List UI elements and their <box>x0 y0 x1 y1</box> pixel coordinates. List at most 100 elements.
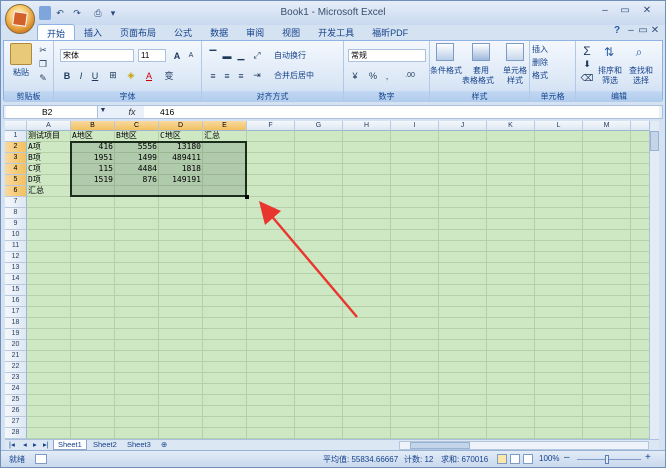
column-header-E[interactable]: E <box>203 121 247 131</box>
row-header-11[interactable]: 11 <box>5 241 27 252</box>
zoom-slider-thumb[interactable] <box>605 455 609 464</box>
column-header-L[interactable]: L <box>535 121 583 131</box>
sort-filter-label-2[interactable]: 筛选 <box>596 75 624 85</box>
sheet-tab-2[interactable]: Sheet2 <box>89 440 121 450</box>
cut-icon[interactable]: ✂ <box>36 44 50 57</box>
row-header-17[interactable]: 17 <box>5 307 27 318</box>
column-header-M[interactable]: M <box>583 121 631 131</box>
font-name-select[interactable]: 宋体 <box>60 49 134 62</box>
row-header-28[interactable]: 28 <box>5 428 27 439</box>
align-right-icon[interactable]: ≡ <box>234 69 248 82</box>
indent-icon[interactable]: ⇥ <box>250 69 264 82</box>
fill-color-icon[interactable]: ◈ <box>124 69 138 82</box>
select-all-corner[interactable] <box>5 121 27 131</box>
column-header-B[interactable]: B <box>71 121 115 131</box>
cell-styles-label[interactable]: 单元格 <box>502 65 528 75</box>
tab-review[interactable]: 审阅 <box>237 24 273 40</box>
tab-view[interactable]: 视图 <box>273 24 309 40</box>
merge-center-button[interactable]: 合并后居中 <box>274 69 340 82</box>
row-header-23[interactable]: 23 <box>5 373 27 384</box>
underline-button[interactable]: U <box>88 69 102 82</box>
cell-C4[interactable]: 4484 <box>115 164 159 175</box>
font-size-select[interactable]: 11 <box>138 49 166 62</box>
align-bottom-icon[interactable]: ▁ <box>234 49 248 62</box>
comma-button[interactable]: , <box>380 69 394 82</box>
row-header-25[interactable]: 25 <box>5 395 27 406</box>
cell-B5[interactable]: 1519 <box>71 175 115 186</box>
minimize-button[interactable]: – <box>597 5 613 19</box>
align-left-icon[interactable]: ≡ <box>206 69 220 82</box>
column-header-J[interactable]: J <box>439 121 487 131</box>
grow-font-button[interactable]: A <box>170 49 184 62</box>
quick-access-more-icon[interactable]: ▾ <box>109 6 117 20</box>
vertical-scrollbar[interactable] <box>649 121 659 439</box>
tab-foxit-pdf[interactable]: 福昕PDF <box>363 24 417 40</box>
shrink-font-button[interactable]: A <box>184 49 198 62</box>
find-select-label[interactable]: 查找和 <box>626 65 656 75</box>
format-as-table-label-2[interactable]: 表格格式 <box>460 75 496 85</box>
conditional-format-label[interactable]: 条件格式 <box>430 65 462 75</box>
find-select-label-2[interactable]: 选择 <box>626 75 656 85</box>
column-header-K[interactable]: K <box>487 121 535 131</box>
macro-record-icon[interactable] <box>35 454 47 464</box>
row-header-4[interactable]: 4 <box>5 164 27 175</box>
tab-data[interactable]: 数据 <box>201 24 237 40</box>
number-format-select[interactable]: 常规 <box>348 49 426 62</box>
format-cells-button[interactable]: 格式 <box>532 70 574 81</box>
column-header-C[interactable]: C <box>115 121 159 131</box>
formula-input[interactable]: 416 <box>144 106 659 118</box>
cell-C5[interactable]: 876 <box>115 175 159 186</box>
zoom-out-button[interactable]: – <box>564 452 570 463</box>
vertical-scroll-thumb[interactable] <box>650 131 659 151</box>
format-as-table-label[interactable]: 套用 <box>470 65 492 75</box>
column-header-A[interactable]: A <box>27 121 71 131</box>
page-break-view-icon[interactable] <box>523 454 533 464</box>
paste-icon[interactable] <box>10 43 32 65</box>
conditional-format-icon[interactable] <box>436 43 454 61</box>
row-header-22[interactable]: 22 <box>5 362 27 373</box>
phonetic-button[interactable]: 变 <box>162 69 176 82</box>
normal-view-icon[interactable] <box>497 454 507 464</box>
sheet-nav-first[interactable]: |◂ <box>5 440 19 450</box>
paste-label[interactable]: 粘贴 <box>8 67 34 77</box>
fill-handle[interactable] <box>245 195 249 199</box>
tab-developer[interactable]: 开发工具 <box>309 24 363 40</box>
row-header-12[interactable]: 12 <box>5 252 27 263</box>
delete-cells-button[interactable]: 删除 <box>532 57 574 68</box>
row-header-24[interactable]: 24 <box>5 384 27 395</box>
page-layout-view-icon[interactable] <box>510 454 520 464</box>
row-header-21[interactable]: 21 <box>5 351 27 362</box>
tab-home[interactable]: 开始 <box>37 24 76 40</box>
fill-icon[interactable]: ⬇ <box>580 58 594 71</box>
insert-cells-button[interactable]: 插入 <box>532 44 574 55</box>
font-color-button[interactable]: A <box>142 69 156 82</box>
row-header-13[interactable]: 13 <box>5 263 27 274</box>
row-header-1[interactable]: 1 <box>5 131 27 142</box>
align-top-icon[interactable]: ▔ <box>206 49 220 62</box>
cell-E1[interactable]: 汇总 <box>203 131 267 142</box>
column-header-I[interactable]: I <box>391 121 439 131</box>
row-header-8[interactable]: 8 <box>5 208 27 219</box>
name-box-dropdown-icon[interactable]: ▼ <box>98 107 108 117</box>
align-center-icon[interactable]: ≡ <box>220 69 234 82</box>
cell-D3[interactable]: 489411 <box>159 153 203 164</box>
print-preview-icon[interactable]: ⎙ <box>91 6 105 20</box>
row-header-5[interactable]: 5 <box>5 175 27 186</box>
close-button[interactable]: ✕ <box>639 5 655 19</box>
column-header-G[interactable]: G <box>295 121 343 131</box>
horizontal-scrollbar[interactable] <box>399 441 649 450</box>
cell-B2[interactable]: 416 <box>71 142 115 153</box>
row-header-26[interactable]: 26 <box>5 406 27 417</box>
percent-button[interactable]: % <box>366 69 380 82</box>
orientation-icon[interactable]: ⤢ <box>250 49 264 62</box>
cell-D5[interactable]: 149191 <box>159 175 203 186</box>
row-header-27[interactable]: 27 <box>5 417 27 428</box>
autosum-button[interactable]: Σ <box>580 44 594 58</box>
row-header-14[interactable]: 14 <box>5 274 27 285</box>
row-header-6[interactable]: 6 <box>5 186 27 197</box>
row-header-19[interactable]: 19 <box>5 329 27 340</box>
column-header-N[interactable]: N <box>631 121 649 131</box>
row-header-7[interactable]: 7 <box>5 197 27 208</box>
undo-icon[interactable]: ↶ <box>54 6 66 20</box>
decimal-button[interactable]: .00 <box>398 69 422 82</box>
